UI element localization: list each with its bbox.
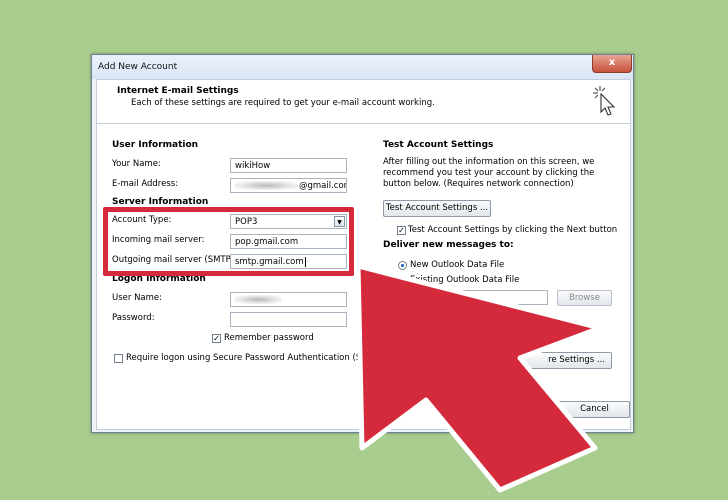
pointer-arrow-icon (355, 263, 603, 493)
